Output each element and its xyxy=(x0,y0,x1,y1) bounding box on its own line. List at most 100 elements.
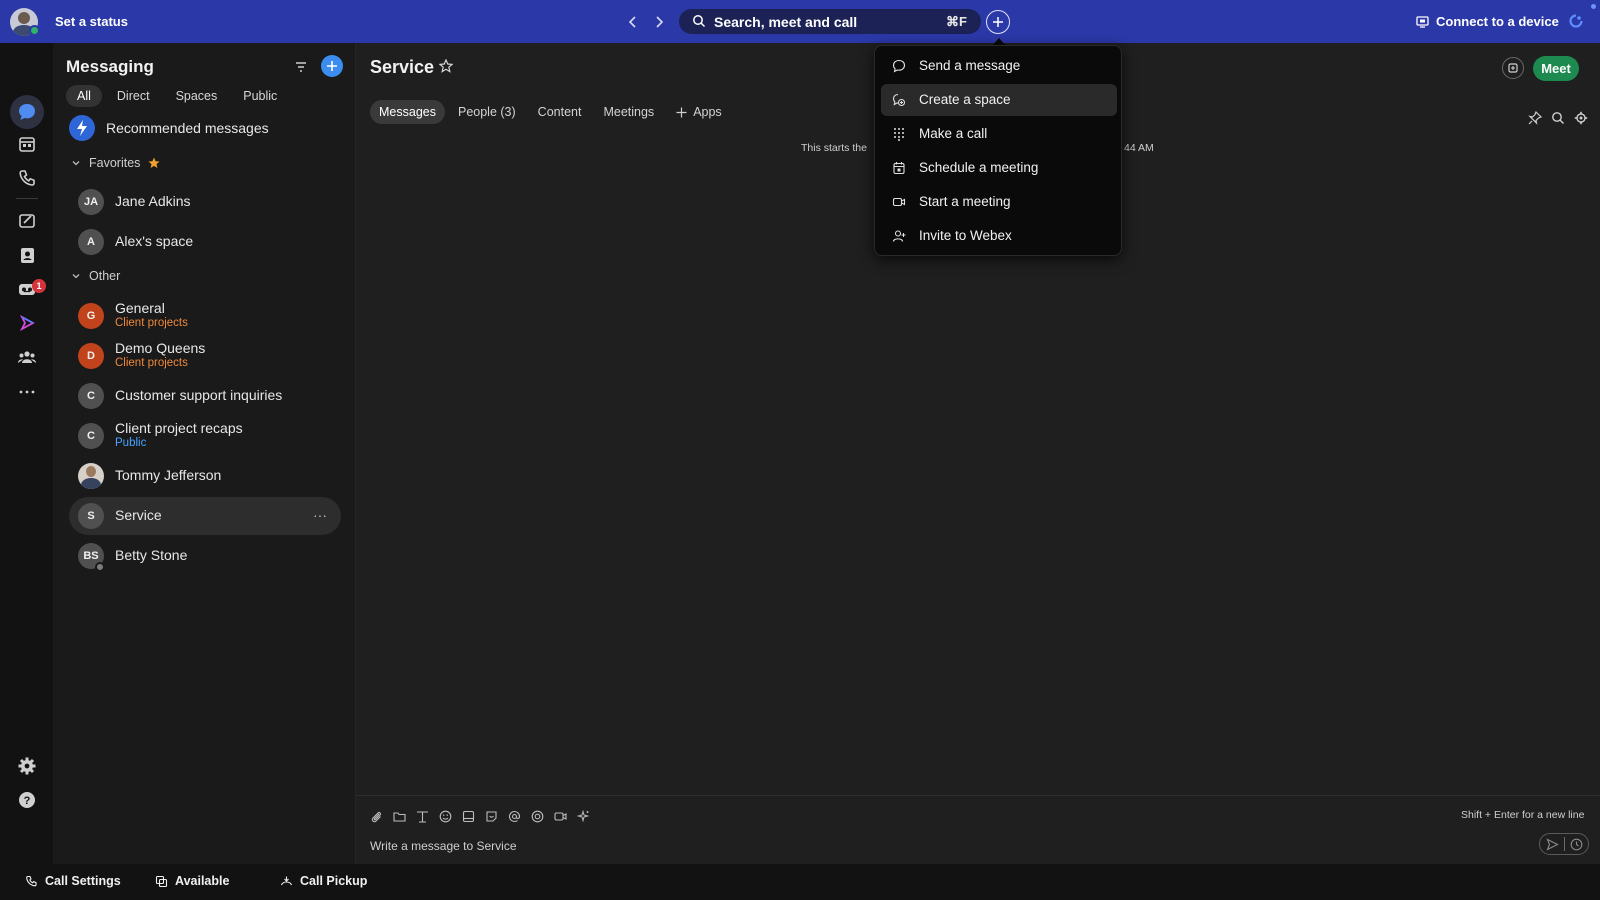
space-actions-button[interactable] xyxy=(1502,57,1524,79)
search-bar[interactable]: Search, meet and call ⌘F xyxy=(679,9,981,34)
tab-spaces[interactable]: Spaces xyxy=(165,85,229,107)
menu-item-label: Send a message xyxy=(919,58,1021,73)
folder-icon[interactable] xyxy=(393,810,406,823)
gif-icon[interactable] xyxy=(462,810,475,823)
dialpad-icon xyxy=(894,128,904,141)
create-space-icon xyxy=(892,93,906,107)
apps-icon[interactable] xyxy=(531,810,544,823)
search-icon[interactable] xyxy=(1551,111,1565,125)
new-message-button[interactable] xyxy=(321,55,343,77)
call-settings-button[interactable]: Call Settings xyxy=(25,874,121,888)
menu-item-make-call[interactable]: Make a call xyxy=(881,118,1117,150)
list-item-client-project-recaps[interactable]: C Client project recaps Public xyxy=(69,417,341,455)
item-name: Alex's space xyxy=(115,233,194,249)
search-shortcut: ⌘F xyxy=(946,14,967,29)
favorites-section-header[interactable]: Favorites xyxy=(71,156,160,170)
list-item-jane-adkins[interactable]: JA Jane Adkins xyxy=(69,183,341,221)
voicemail-badge: 1 xyxy=(32,279,46,293)
other-section-header[interactable]: Other xyxy=(71,269,120,283)
settings-gear-icon[interactable] xyxy=(1574,111,1588,125)
top-bar: Set a status Search, meet and call ⌘F Co… xyxy=(0,0,1600,43)
meet-button[interactable]: Meet xyxy=(1533,56,1579,81)
video-message-icon[interactable] xyxy=(554,810,567,823)
device-icon xyxy=(1416,15,1429,28)
ai-sparkle-icon[interactable] xyxy=(577,810,590,823)
channel-title: Service xyxy=(370,57,435,77)
item-subtitle: Client projects xyxy=(115,357,188,369)
more-options-icon[interactable]: ··· xyxy=(313,507,327,523)
list-item-betty-stone[interactable]: BS Betty Stone xyxy=(69,537,341,575)
whiteboard-icon[interactable] xyxy=(16,210,38,232)
tab-people[interactable]: People (3) xyxy=(449,100,525,124)
search-icon xyxy=(692,14,706,28)
avatar: A xyxy=(78,229,104,255)
sticker-icon[interactable] xyxy=(485,810,498,823)
tab-messages[interactable]: Messages xyxy=(370,100,445,124)
tab-all[interactable]: All xyxy=(66,85,102,107)
new-action-button[interactable] xyxy=(986,10,1010,34)
apps-label: Apps xyxy=(693,105,722,119)
message-input[interactable]: Write a message to Service xyxy=(370,839,517,853)
rail-divider xyxy=(16,198,38,199)
send-icon[interactable] xyxy=(1546,838,1559,851)
item-subtitle: Client projects xyxy=(115,317,188,329)
help-icon[interactable]: ? xyxy=(16,789,38,811)
availability-button[interactable]: Available xyxy=(155,874,229,888)
recommended-label: Recommended messages xyxy=(106,120,269,136)
list-item-alex-space[interactable]: A Alex's space xyxy=(69,223,341,261)
teams-icon[interactable] xyxy=(16,346,38,368)
call-pickup-button[interactable]: Call Pickup xyxy=(280,874,367,888)
more-icon[interactable] xyxy=(16,381,38,403)
menu-item-start-meeting[interactable]: Start a meeting xyxy=(881,186,1117,218)
phone-settings-icon xyxy=(26,875,37,886)
tab-direct[interactable]: Direct xyxy=(106,85,161,107)
emoji-icon[interactable] xyxy=(439,810,452,823)
list-item-service[interactable]: S Service ··· xyxy=(69,497,341,535)
left-rail: 1 ? fidium xyxy=(0,43,53,900)
pin-icon[interactable] xyxy=(1528,111,1542,125)
new-action-menu: Send a message Create a space Make a cal… xyxy=(874,45,1122,256)
item-name: Betty Stone xyxy=(115,547,188,563)
menu-item-create-space[interactable]: Create a space xyxy=(881,84,1117,116)
set-status-link[interactable]: Set a status xyxy=(55,14,128,29)
attachment-icon[interactable] xyxy=(370,810,383,823)
list-item-tommy-jefferson[interactable]: Tommy Jefferson xyxy=(69,457,341,495)
tab-content[interactable]: Content xyxy=(529,100,591,124)
tab-meetings[interactable]: Meetings xyxy=(594,100,663,124)
menu-item-send-message[interactable]: Send a message xyxy=(881,50,1117,82)
back-arrow-icon[interactable] xyxy=(624,13,642,31)
menu-item-invite-webex[interactable]: Invite to Webex xyxy=(881,220,1117,252)
list-item-demo-queens[interactable]: D Demo Queens Client projects xyxy=(69,337,341,375)
favorite-star-icon[interactable] xyxy=(439,59,453,73)
sidebar-title: Messaging xyxy=(66,57,154,76)
channel-tabs: Messages People (3) Content Meetings App… xyxy=(370,100,731,124)
list-item-general[interactable]: G General Client projects xyxy=(69,297,341,335)
tab-apps[interactable]: Apps xyxy=(667,100,731,124)
settings-gear-icon[interactable] xyxy=(16,755,38,777)
item-name: General xyxy=(115,300,165,316)
recommended-messages[interactable]: Recommended messages xyxy=(69,115,269,141)
bottom-bar: Call Settings Available Call Pickup xyxy=(0,864,1600,900)
webex-apps-icon[interactable] xyxy=(16,312,38,334)
contacts-icon[interactable] xyxy=(16,244,38,266)
phone-icon[interactable] xyxy=(16,167,38,189)
connect-device-button[interactable]: Connect to a device xyxy=(1416,14,1559,29)
menu-item-label: Create a space xyxy=(919,92,1011,107)
avatar: C xyxy=(78,423,104,449)
composer-divider xyxy=(356,795,1600,796)
webex-activity-icon[interactable] xyxy=(1569,14,1583,28)
text-format-icon[interactable] xyxy=(416,810,429,823)
conversation-start-text: This starts the xyxy=(801,142,867,154)
list-item-customer-support[interactable]: C Customer support inquiries xyxy=(69,377,341,415)
forward-arrow-icon[interactable] xyxy=(650,13,668,31)
filter-icon[interactable] xyxy=(294,60,308,74)
tab-public[interactable]: Public xyxy=(232,85,288,107)
item-name: Jane Adkins xyxy=(115,193,191,209)
mention-icon[interactable] xyxy=(508,810,521,823)
favorites-label: Favorites xyxy=(89,156,141,170)
messaging-icon[interactable] xyxy=(16,101,38,123)
conversation-start-time: 44 AM xyxy=(1124,142,1154,154)
calendar-icon[interactable] xyxy=(16,133,38,155)
menu-item-schedule-meeting[interactable]: Schedule a meeting xyxy=(881,152,1117,184)
schedule-send-icon[interactable] xyxy=(1570,838,1583,851)
